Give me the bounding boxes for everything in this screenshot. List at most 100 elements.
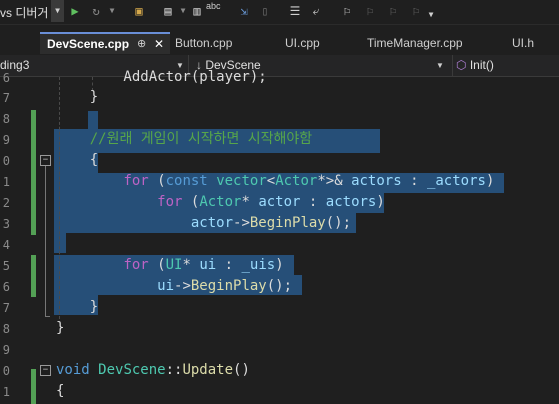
start-debug-icon[interactable]: ▶ [68,3,82,19]
line-number: 9 [2,133,10,147]
line-number: 2 [2,196,10,210]
line-number: 8 [2,322,10,336]
code-token: void [56,362,90,378]
code-token: } [56,320,65,336]
collapse-icon[interactable]: − [40,365,51,376]
code-token: ) [376,194,385,210]
step-icon[interactable]: ⇲ [236,3,252,19]
code-token: ui [157,278,175,294]
code-token: _uis [241,257,276,273]
code-token: ( [148,257,166,273]
code-token: actors [351,173,402,189]
chevron-down-icon: ▼ [436,61,444,70]
code-token: ) [485,173,495,189]
selection-highlight [88,111,98,129]
code-token: { [56,152,99,168]
code-token: : [216,257,242,273]
code-token: _actors [426,173,486,189]
line-number: 1 [2,175,10,189]
prev-bookmark-icon: ⚐ [366,4,374,18]
debugger-dropdown-button[interactable]: ▼ [51,0,64,22]
restart-dropdown-icon[interactable]: ▼ [107,3,117,19]
tab-ui-h[interactable]: UI.h [512,32,559,54]
layout-dropdown-icon[interactable]: ▼ [178,3,188,19]
tab-label: UI.cpp [285,36,320,50]
tab-timemanager-cpp[interactable]: TimeManager.cpp [367,32,502,54]
code-token: * [241,194,259,210]
code-token: Actor [275,173,318,189]
collapse-icon[interactable]: − [40,155,51,166]
code-token: const [165,173,208,189]
folder-icon[interactable]: ▣ [131,3,147,19]
code-token: ) [275,257,284,273]
code-token: -> [233,215,250,231]
pin-icon[interactable]: ⊕ [137,34,146,54]
line-number: 3 [2,217,10,231]
line-number: 8 [2,112,10,126]
code-token: } [56,89,99,105]
tab-devscene-cpp[interactable]: DevScene.cpp ⊕ ✕ [40,32,170,54]
code-editor[interactable]: − − 6 AddActor(player); 7 } 8 9 //원래 게임이… [0,69,559,404]
line-number: 7 [2,91,10,105]
comment-icon[interactable]: ☰ [288,3,302,19]
tab-label: TimeManager.cpp [367,36,463,50]
code-token: BeginPlay [249,215,326,231]
code-token: { [56,383,65,399]
line-number: 5 [2,259,10,273]
code-line: //원래 게임이 시작하면 시작해야함 [56,129,312,149]
tab-button-cpp[interactable]: Button.cpp [175,32,275,54]
project-label: ding3 [0,58,30,72]
code-token: : [300,194,326,210]
toolbar: vs 디버거 ▼ ▶ ↻ ▼ ▣ ▤ ▼ ▥ abc ⇲ ▯ ☰ ⤶ ⚐ ⚐ ⚐… [0,0,559,25]
code-token: ui [199,257,217,273]
line-number: 9 [2,343,10,357]
code-token: * [182,257,200,273]
code-line: for (UI* ui : _uis) [56,255,284,275]
member-label: Init() [469,58,494,72]
tab-label: Button.cpp [175,36,233,50]
code-token: -> [174,278,191,294]
uncomment-icon[interactable]: ⤶ [309,3,323,19]
line-number: 0 [2,364,10,378]
code-token: (); [325,215,352,231]
next-bookmark-icon: ⚐ [389,4,397,18]
change-marker [31,369,36,404]
code-token: actor [258,194,301,210]
code-token: actor [190,215,234,231]
code-line: for (const vector<Actor*>& actors : _act… [56,171,494,191]
line-number: 4 [2,238,10,252]
change-marker [31,110,36,235]
code-token: < [266,173,276,189]
member-dropdown[interactable]: ⬡ Init() [452,55,559,76]
code-token: for [123,173,149,189]
spellcheck-icon[interactable]: abc [206,1,221,11]
layout-icon[interactable]: ▤ [160,3,176,19]
clipboard-icon[interactable]: ▥ [190,3,204,19]
tab-ui-cpp[interactable]: UI.cpp [285,32,355,54]
tab-label: UI.h [512,36,535,50]
code-token: Update [182,362,234,378]
debugger-label[interactable]: vs 디버거 [0,4,48,21]
code-token: AddActor(player); [56,69,267,85]
code-token: for [157,194,183,210]
bookmark-icon[interactable]: ⚐ [340,3,354,19]
code-token: actors [325,194,377,210]
toolbar-overflow-icon[interactable]: ▼ [426,7,436,23]
selection-highlight [54,233,66,253]
restart-icon[interactable]: ↻ [88,3,104,19]
code-token: DevScene [98,362,166,378]
close-icon[interactable]: ✕ [154,34,164,54]
code-line: actor->BeginPlay(); [56,213,351,233]
line-number: 6 [2,71,10,85]
code-token: BeginPlay [190,278,267,294]
code-token: UI [165,257,183,273]
clear-bookmark-icon: ⚐ [412,4,420,18]
code-token: *>& [317,173,352,189]
disabled-tool-icon: ▯ [261,4,269,18]
